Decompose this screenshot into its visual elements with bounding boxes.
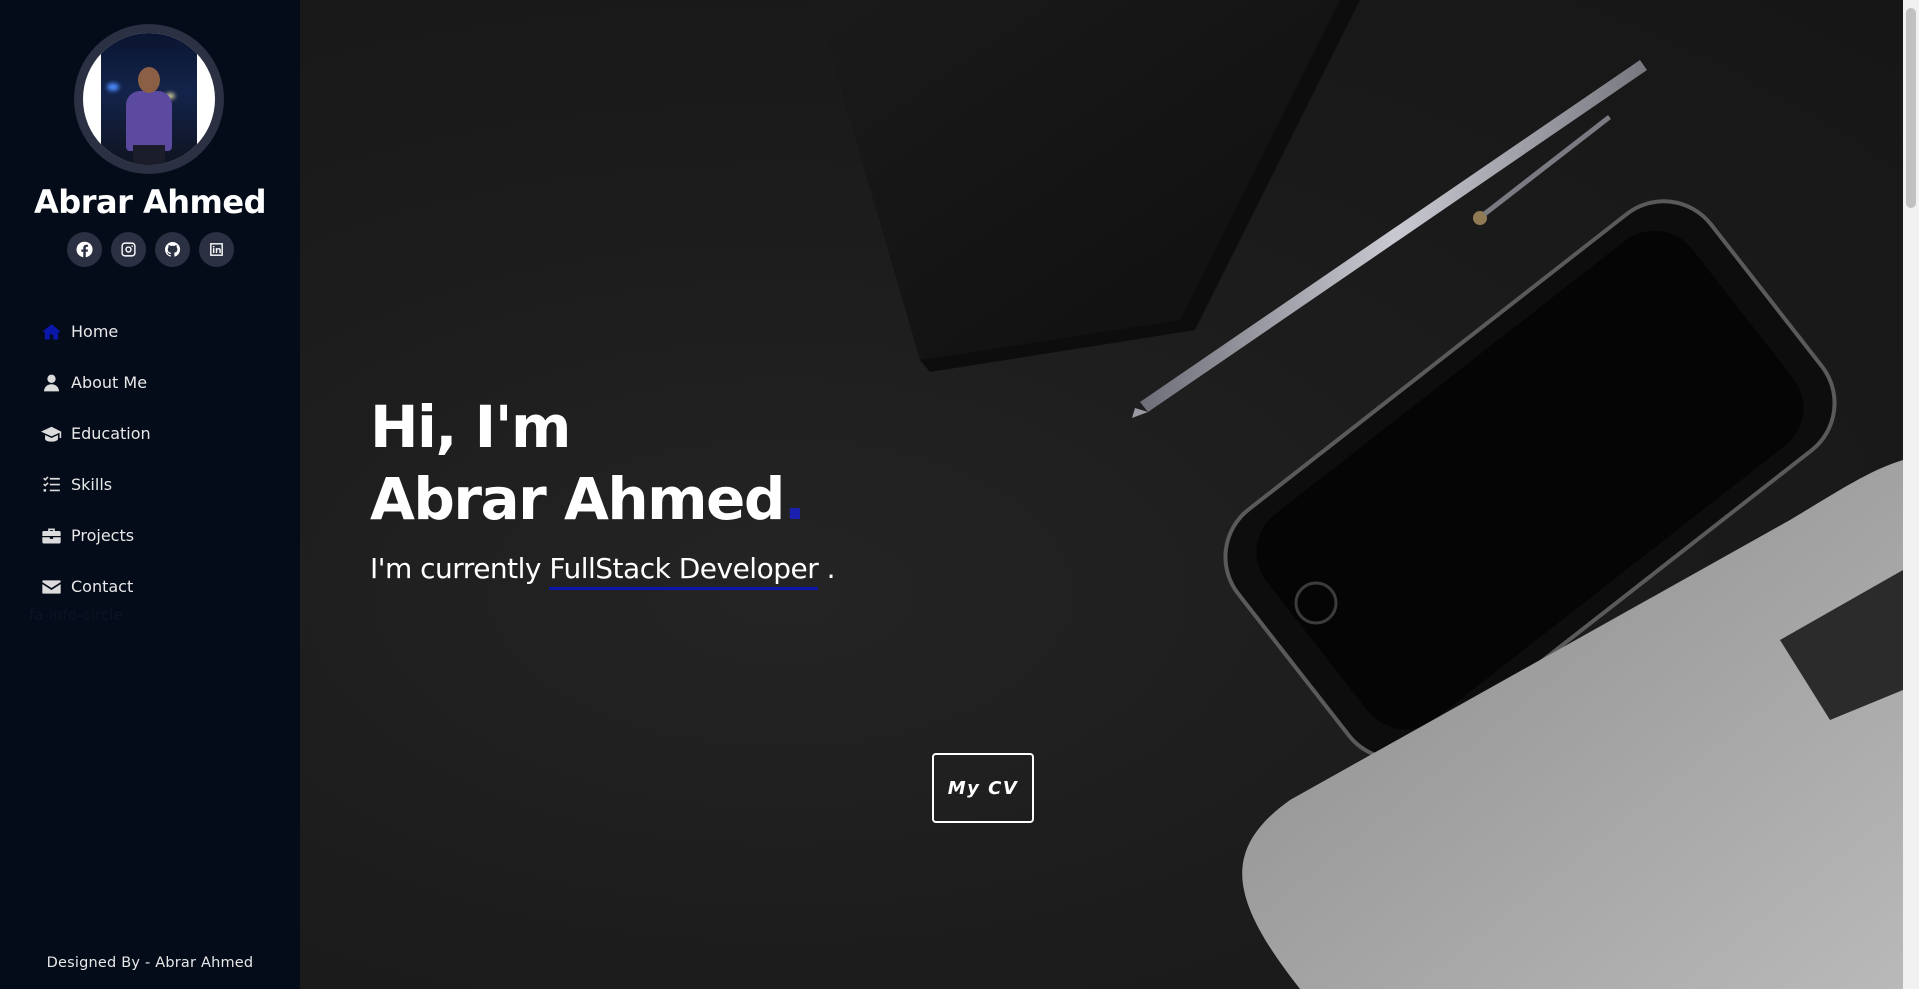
facebook-link[interactable]	[67, 232, 102, 267]
nav-label: Skills	[71, 475, 113, 494]
hero-greeting: Hi, I'm	[370, 393, 571, 461]
graduation-cap-icon	[39, 423, 63, 445]
page-scrollbar[interactable]	[1903, 0, 1919, 989]
hero-name-text: Abrar Ahmed	[370, 465, 785, 533]
github-link[interactable]	[155, 232, 190, 267]
typed-role-text: FullStack Developer	[549, 552, 819, 590]
instagram-link[interactable]	[111, 232, 146, 267]
profile-name: Abrar Ahmed	[34, 183, 266, 221]
github-icon	[164, 242, 181, 257]
hero-name: Abrar Ahmed.	[370, 470, 806, 528]
subtitle-suffix: .	[818, 552, 836, 585]
nav-item-home[interactable]: Home	[39, 306, 151, 357]
footer-credit: Designed By - Abrar Ahmed	[46, 955, 254, 971]
nav-item-education[interactable]: Education	[39, 408, 151, 459]
nav-item-about-me[interactable]: About Me	[39, 357, 151, 408]
nav-item-contact[interactable]: Contact	[39, 561, 151, 612]
nav-label: Home	[71, 322, 119, 341]
avatar	[74, 24, 224, 174]
stray-icon-text: fa-info-circle	[29, 606, 123, 624]
profile-photo	[83, 33, 215, 165]
linkedin-link[interactable]	[199, 232, 234, 267]
main-nav: Home About Me Education Skills Projects …	[39, 306, 151, 612]
home-icon	[39, 321, 63, 343]
user-icon	[39, 372, 63, 394]
briefcase-icon	[39, 525, 63, 547]
instagram-icon	[121, 242, 136, 257]
nav-item-projects[interactable]: Projects	[39, 510, 151, 561]
facebook-icon	[76, 241, 93, 258]
hero-section: Hi, I'm Abrar Ahmed. I'm currently FullS…	[300, 0, 1903, 989]
linkedin-icon	[210, 243, 223, 256]
nav-item-skills[interactable]: Skills	[39, 459, 151, 510]
list-check-icon	[39, 474, 63, 496]
nav-label: Contact	[71, 577, 134, 596]
my-cv-button[interactable]: My CV	[932, 753, 1034, 823]
social-links	[67, 232, 234, 267]
hero-subtitle: I'm currently FullStack Developer .	[370, 552, 836, 590]
envelope-icon	[39, 576, 63, 598]
scrollbar-thumb[interactable]	[1906, 8, 1916, 208]
hero-name-dot: .	[783, 465, 806, 533]
nav-label: Education	[71, 424, 151, 443]
sidebar: Abrar Ahmed Home About Me Education Skil…	[0, 0, 300, 989]
nav-label: Projects	[71, 526, 135, 545]
subtitle-prefix: I'm currently	[370, 552, 542, 585]
nav-label: About Me	[71, 373, 148, 392]
